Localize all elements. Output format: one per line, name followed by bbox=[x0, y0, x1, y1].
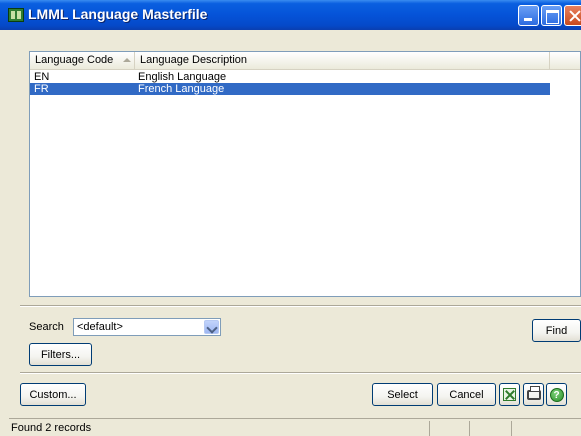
cancel-button[interactable]: Cancel bbox=[437, 383, 496, 406]
filters-button[interactable]: Filters... bbox=[29, 343, 92, 366]
status-text: Found 2 records bbox=[11, 422, 92, 434]
search-dropdown-value: <default> bbox=[77, 321, 123, 333]
status-pane-divider bbox=[429, 421, 430, 436]
search-dropdown[interactable]: <default> bbox=[73, 318, 221, 336]
maximize-button[interactable] bbox=[541, 5, 562, 26]
column-header-language-code[interactable]: Language Code bbox=[30, 52, 135, 69]
title-bar[interactable]: LMML Language Masterfile bbox=[0, 0, 581, 30]
close-button[interactable] bbox=[564, 5, 581, 26]
cell-language-description: French Language bbox=[138, 83, 225, 95]
chevron-down-icon[interactable] bbox=[204, 320, 219, 334]
custom-button[interactable]: Custom... bbox=[20, 383, 86, 406]
column-header-language-description[interactable]: Language Description bbox=[135, 52, 550, 69]
help-icon: ? bbox=[549, 387, 564, 402]
table-row-selected[interactable]: FR French Language bbox=[30, 83, 550, 95]
print-button[interactable] bbox=[523, 383, 544, 406]
cell-language-description: English Language bbox=[138, 71, 227, 83]
custom-button-label: Custom... bbox=[29, 388, 77, 401]
sort-ascending-icon bbox=[123, 58, 131, 62]
column-header-label: Language Description bbox=[140, 54, 248, 66]
status-pane-divider bbox=[511, 421, 512, 436]
language-masterfile-window: LMML Language Masterfile Language Code L… bbox=[0, 0, 581, 436]
find-button[interactable]: Find bbox=[532, 319, 581, 342]
minimize-button[interactable] bbox=[518, 5, 539, 26]
separator bbox=[20, 372, 581, 374]
help-button[interactable]: ? bbox=[546, 383, 567, 406]
list-header: Language Code Language Description bbox=[30, 52, 580, 70]
excel-export-button[interactable] bbox=[499, 383, 520, 406]
printer-icon bbox=[526, 385, 541, 400]
language-list[interactable]: Language Code Language Description EN En… bbox=[29, 51, 581, 297]
find-button-label: Find bbox=[545, 324, 568, 337]
table-row[interactable]: EN English Language bbox=[30, 71, 550, 83]
column-header-label: Language Code bbox=[35, 54, 114, 66]
status-pane-divider bbox=[469, 421, 470, 436]
search-label: Search bbox=[29, 321, 64, 333]
cell-language-code: EN bbox=[34, 71, 50, 83]
separator bbox=[20, 305, 581, 307]
select-button-label: Select bbox=[387, 388, 418, 401]
cancel-button-label: Cancel bbox=[449, 388, 484, 401]
status-bar: Found 2 records bbox=[9, 418, 581, 436]
filters-button-label: Filters... bbox=[40, 348, 81, 361]
cell-language-code: FR bbox=[34, 83, 49, 95]
excel-export-icon bbox=[503, 388, 516, 401]
lmml-app-icon bbox=[8, 8, 24, 22]
select-button[interactable]: Select bbox=[372, 383, 433, 406]
window-title: LMML Language Masterfile bbox=[28, 6, 208, 22]
